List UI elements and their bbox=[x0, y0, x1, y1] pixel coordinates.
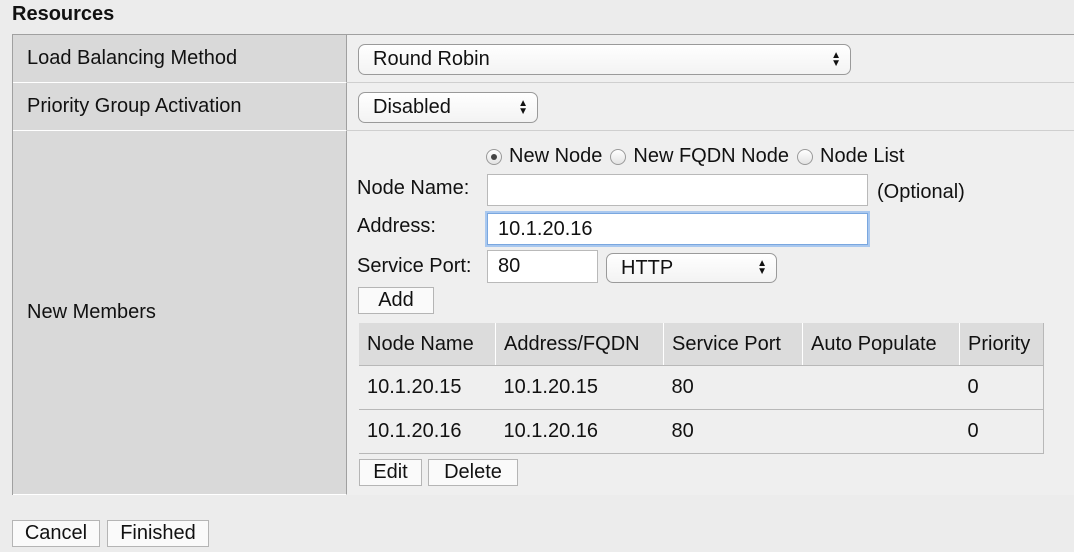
cell-priority: 0 bbox=[959, 409, 1044, 454]
load-balancing-select[interactable]: Round Robin ▲ ▼ bbox=[358, 44, 851, 75]
updown-arrows-icon: ▲ ▼ bbox=[518, 97, 528, 117]
radio-selected-icon[interactable] bbox=[486, 148, 502, 165]
section-title: Resources bbox=[12, 3, 115, 25]
service-select[interactable]: HTTP ▲ ▼ bbox=[606, 253, 777, 283]
finished-button[interactable]: Finished bbox=[107, 520, 209, 547]
priority-group-cell: Disabled ▲ ▼ bbox=[347, 83, 1074, 131]
priority-group-value: Disabled bbox=[373, 96, 451, 118]
load-balancing-value: Round Robin bbox=[373, 48, 490, 70]
radio-new-node-label[interactable]: New Node bbox=[509, 145, 602, 168]
new-members-label: New Members bbox=[13, 131, 347, 495]
node-name-input[interactable] bbox=[487, 174, 868, 206]
service-port-label: Service Port: bbox=[357, 255, 472, 277]
radio-node-list-label[interactable]: Node List bbox=[820, 145, 905, 168]
service-port-input[interactable]: 80 bbox=[487, 250, 598, 283]
node-name-label: Node Name: bbox=[357, 177, 470, 199]
cell-address: 10.1.20.15 bbox=[495, 365, 664, 410]
table-row[interactable]: 10.1.20.15 10.1.20.15 80 0 bbox=[359, 365, 1044, 410]
load-balancing-cell: Round Robin ▲ ▼ bbox=[347, 35, 1074, 83]
cell-address: 10.1.20.16 bbox=[495, 409, 664, 454]
add-button[interactable]: Add bbox=[358, 287, 434, 314]
cell-auto-populate bbox=[802, 409, 960, 454]
members-table: Node Name Address/FQDN Service Port Auto… bbox=[359, 323, 1044, 454]
cell-service-port: 80 bbox=[663, 365, 803, 410]
radio-new-fqdn-node-label[interactable]: New FQDN Node bbox=[633, 145, 789, 168]
node-type-radio-group: New Node New FQDN Node Node List bbox=[486, 145, 913, 168]
priority-group-label: Priority Group Activation bbox=[13, 83, 347, 131]
members-table-header: Node Name Address/FQDN Service Port Auto… bbox=[359, 323, 1044, 366]
load-balancing-label: Load Balancing Method bbox=[13, 35, 347, 83]
edit-button[interactable]: Edit bbox=[359, 459, 422, 486]
cell-service-port: 80 bbox=[663, 409, 803, 454]
cell-priority: 0 bbox=[959, 365, 1044, 410]
delete-button[interactable]: Delete bbox=[428, 459, 518, 486]
address-label: Address: bbox=[357, 215, 436, 237]
column-header-auto-populate: Auto Populate bbox=[802, 323, 960, 366]
updown-arrows-icon: ▲ ▼ bbox=[757, 258, 767, 277]
column-header-service-port: Service Port bbox=[663, 323, 803, 366]
column-header-address: Address/FQDN bbox=[495, 323, 664, 366]
table-row[interactable]: 10.1.20.16 10.1.20.16 80 0 bbox=[359, 409, 1044, 454]
cancel-button[interactable]: Cancel bbox=[12, 520, 100, 547]
radio-icon[interactable] bbox=[610, 148, 627, 165]
updown-arrows-icon: ▲ ▼ bbox=[831, 49, 841, 69]
cell-node-name: 10.1.20.15 bbox=[359, 365, 496, 410]
address-input[interactable]: 10.1.20.16 bbox=[487, 213, 868, 245]
column-header-node-name: Node Name bbox=[359, 323, 496, 366]
optional-hint: (Optional) bbox=[877, 181, 965, 203]
radio-icon[interactable] bbox=[797, 148, 813, 165]
priority-group-select[interactable]: Disabled ▲ ▼ bbox=[358, 92, 538, 123]
cell-node-name: 10.1.20.16 bbox=[359, 409, 496, 454]
column-header-priority: Priority bbox=[959, 323, 1044, 366]
cell-auto-populate bbox=[802, 365, 960, 410]
service-select-value: HTTP bbox=[621, 256, 674, 279]
